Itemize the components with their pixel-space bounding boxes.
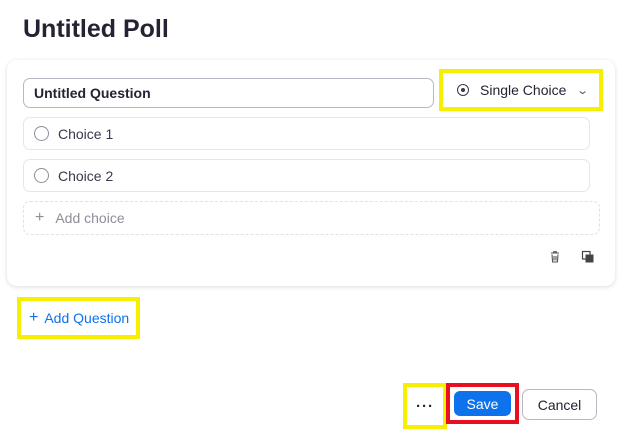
question-type-label: Single Choice (480, 82, 567, 98)
more-options-highlight: ··· (403, 383, 447, 429)
trash-icon[interactable] (546, 248, 564, 266)
page-title: Untitled Poll (23, 15, 169, 43)
chevron-down-icon: ⌄ (575, 84, 589, 97)
choice-label: Choice 2 (58, 167, 114, 184)
add-choice-label: Add choice (55, 210, 125, 226)
question-type-dropdown[interactable]: Single Choice ⌄ (451, 78, 591, 102)
cancel-button[interactable]: Cancel (522, 389, 597, 420)
radio-icon (457, 84, 469, 96)
plus-icon: + (35, 209, 45, 226)
add-question-highlight: + Add Question (17, 297, 140, 339)
save-highlight: Save (446, 383, 519, 424)
add-question-label: Add Question (44, 310, 130, 326)
choice-item[interactable]: Choice 2 (23, 159, 590, 192)
plus-icon: + (29, 309, 39, 326)
add-question-button[interactable]: + Add Question (25, 305, 132, 331)
radio-circle-icon (34, 168, 49, 183)
add-choice-button[interactable]: + Add choice (23, 201, 600, 235)
question-type-highlight: Single Choice ⌄ (439, 69, 603, 111)
radio-circle-icon (34, 126, 49, 141)
save-button[interactable]: Save (454, 391, 511, 416)
question-input[interactable] (23, 78, 434, 108)
copy-icon[interactable] (579, 248, 597, 266)
more-options-button[interactable]: ··· (411, 391, 439, 421)
choice-item[interactable]: Choice 1 (23, 117, 590, 150)
choice-label: Choice 1 (58, 125, 114, 142)
question-card: Single Choice ⌄ Choice 1 Choice 2 + Add … (7, 60, 615, 286)
